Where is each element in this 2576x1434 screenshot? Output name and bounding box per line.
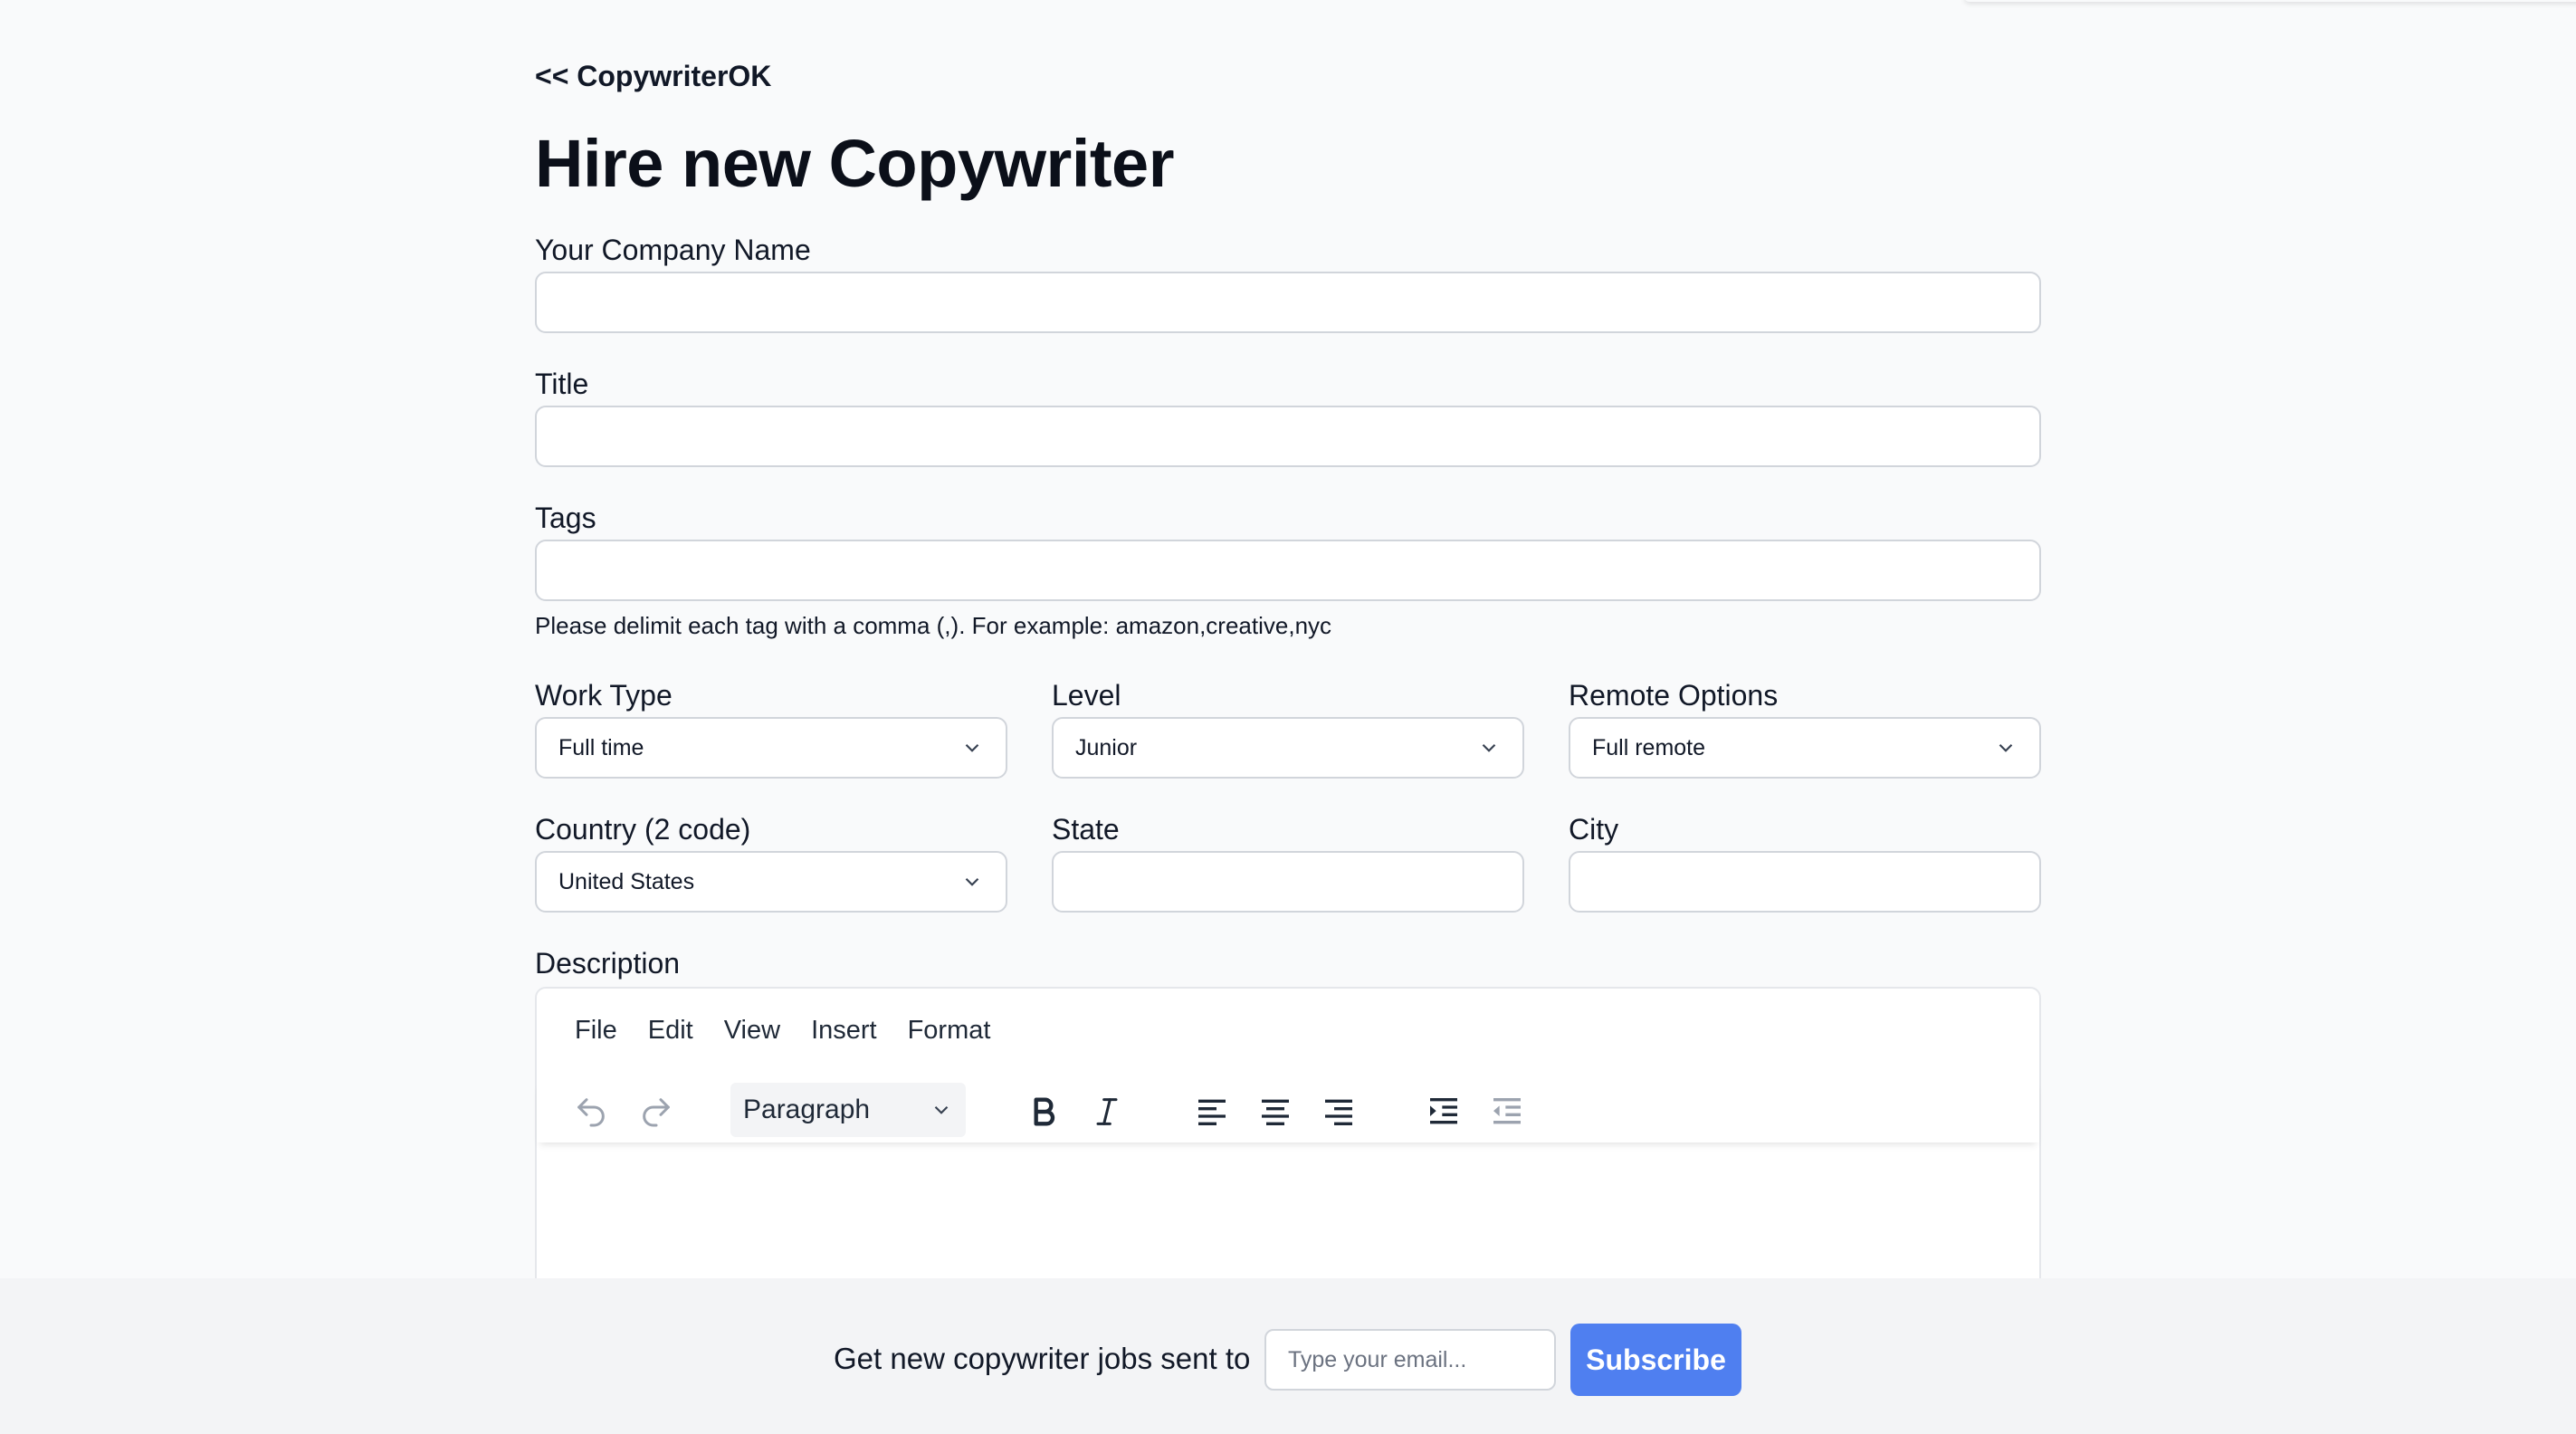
menu-view[interactable]: View	[724, 1016, 780, 1046]
subscribe-button[interactable]: Subscribe	[1570, 1324, 1741, 1396]
tags-input[interactable]	[535, 540, 2041, 601]
chevron-down-icon	[965, 877, 979, 886]
remote-options-label: Remote Options	[1569, 679, 1779, 712]
align-center-button[interactable]	[1252, 1088, 1299, 1135]
city-label: City	[1569, 813, 1619, 846]
country-value: United States	[558, 868, 695, 894]
redo-icon	[643, 1098, 670, 1127]
state-label: State	[1052, 813, 1120, 846]
tags-label: Tags	[535, 502, 596, 534]
page: << CopywriterOK Hire new Copywriter Your…	[0, 0, 2576, 1434]
remote-options-value: Full remote	[1592, 734, 1706, 760]
subscribe-footer: Get new copywriter jobs sent to Subscrib…	[0, 1278, 2576, 1434]
work-type-select[interactable]: Full time	[535, 717, 1007, 779]
top-edge-shadow	[1964, 0, 2576, 2]
redo-button[interactable]	[633, 1088, 680, 1135]
editor-toolbar: Paragraph	[537, 1079, 2039, 1142]
undo-icon	[577, 1098, 605, 1127]
company-name-input[interactable]	[535, 272, 2041, 333]
align-right-button[interactable]	[1315, 1088, 1362, 1135]
company-name-label: Your Company Name	[535, 234, 811, 266]
undo-button[interactable]	[568, 1088, 615, 1135]
align-left-icon	[1198, 1099, 1226, 1125]
description-label: Description	[535, 947, 681, 980]
subscribe-text: Get new copywriter jobs sent to	[834, 1342, 1251, 1375]
back-link[interactable]: << CopywriterOK	[535, 60, 771, 93]
outdent-button[interactable]	[1484, 1088, 1531, 1135]
city-input[interactable]	[1569, 851, 2041, 913]
title-input[interactable]	[535, 406, 2041, 467]
title-label: Title	[535, 368, 589, 400]
menu-file[interactable]: File	[575, 1016, 617, 1046]
level-label: Level	[1052, 679, 1121, 712]
email-input[interactable]	[1264, 1329, 1556, 1391]
italic-button[interactable]	[1083, 1088, 1131, 1135]
italic-icon	[1096, 1098, 1118, 1125]
block-format-select[interactable]: Paragraph	[730, 1083, 966, 1137]
menu-format[interactable]: Format	[908, 1016, 991, 1046]
indent-button[interactable]	[1420, 1088, 1467, 1135]
editor-menubar: File Edit View Insert Format	[575, 1016, 1021, 1046]
outdent-icon	[1493, 1098, 1521, 1124]
menu-edit[interactable]: Edit	[648, 1016, 693, 1046]
menu-insert[interactable]: Insert	[811, 1016, 877, 1046]
country-select[interactable]: United States	[535, 851, 1007, 913]
chevron-down-icon	[1482, 743, 1496, 752]
indent-icon	[1430, 1098, 1457, 1124]
page-title: Hire new Copywriter	[535, 126, 1175, 201]
level-value: Junior	[1075, 734, 1138, 760]
chevron-down-icon	[934, 1105, 949, 1114]
bold-icon	[1034, 1097, 1055, 1126]
tags-hint: Please delimit each tag with a comma (,)…	[535, 612, 1332, 639]
bold-button[interactable]	[1020, 1088, 1067, 1135]
block-format-value: Paragraph	[743, 1095, 871, 1124]
work-type-label: Work Type	[535, 679, 673, 712]
align-left-button[interactable]	[1188, 1088, 1236, 1135]
remote-options-select[interactable]: Full remote	[1569, 717, 2041, 779]
align-right-icon	[1325, 1099, 1352, 1125]
level-select[interactable]: Junior	[1052, 717, 1524, 779]
align-center-icon	[1262, 1099, 1289, 1125]
chevron-down-icon	[1999, 743, 2013, 752]
chevron-down-icon	[965, 743, 979, 752]
work-type-value: Full time	[558, 734, 644, 760]
state-input[interactable]	[1052, 851, 1524, 913]
country-label: Country (2 code)	[535, 813, 751, 846]
